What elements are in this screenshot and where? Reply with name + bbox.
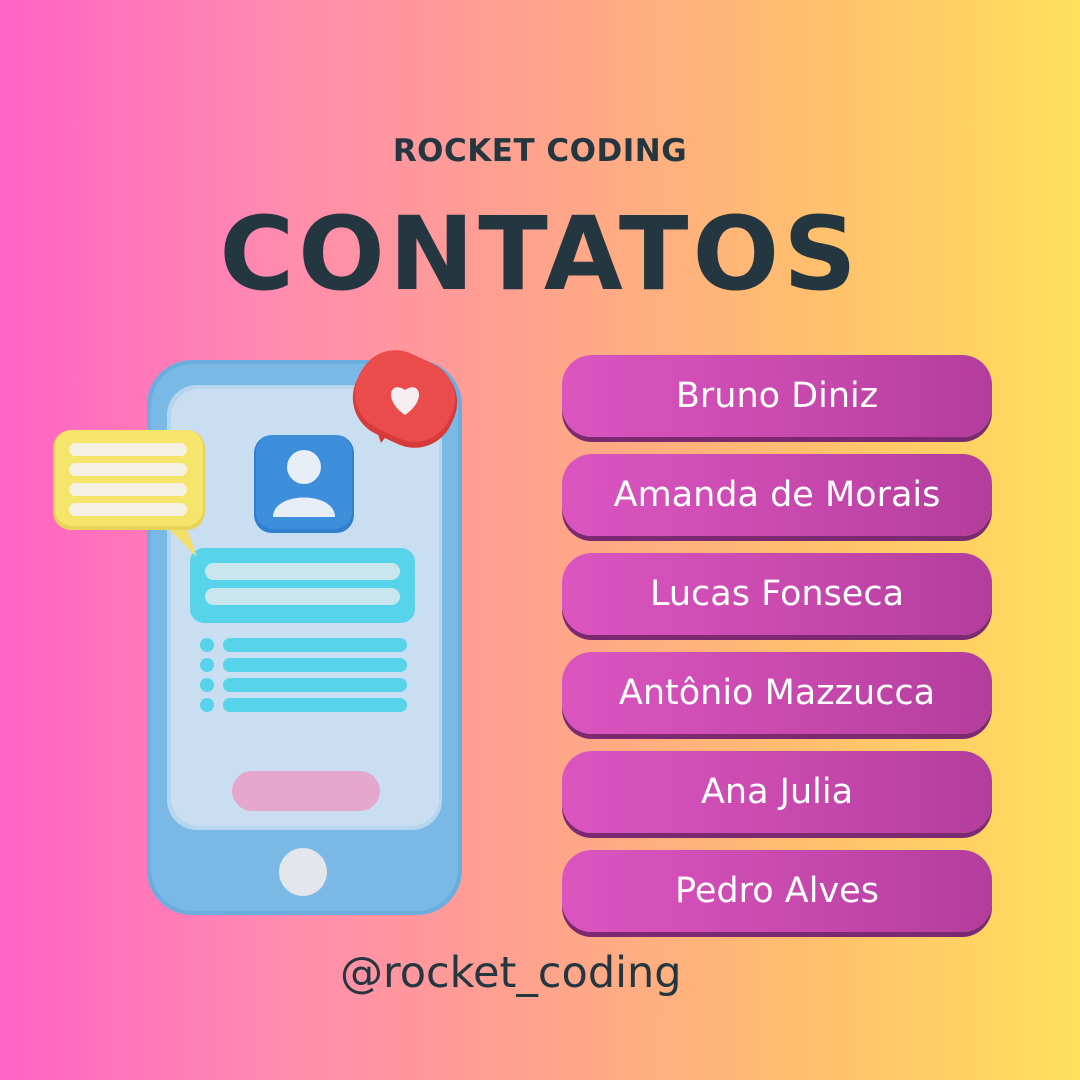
form-field-graphic	[190, 548, 415, 623]
page-title: CONTATOS	[219, 195, 861, 314]
contact-button[interactable]: Bruno Diniz	[562, 355, 992, 437]
brand-name: ROCKET CODING	[392, 133, 688, 169]
phone-button-graphic	[232, 771, 380, 811]
contact-button[interactable]: Ana Julia	[562, 751, 992, 833]
contact-button[interactable]: Amanda de Morais	[562, 454, 992, 536]
contact-button[interactable]: Lucas Fonseca	[562, 553, 992, 635]
smartphone-illustration	[53, 350, 462, 915]
contact-button[interactable]: Pedro Alves	[562, 850, 992, 932]
contact-button[interactable]: Antônio Mazzucca	[562, 652, 992, 734]
user-avatar-icon	[254, 435, 354, 533]
chat-bubble-icon	[53, 430, 205, 557]
social-handle: @rocket_coding	[340, 948, 682, 998]
home-button-icon	[279, 848, 327, 896]
contact-list: Bruno Diniz Amanda de Morais Lucas Fonse…	[562, 355, 994, 949]
